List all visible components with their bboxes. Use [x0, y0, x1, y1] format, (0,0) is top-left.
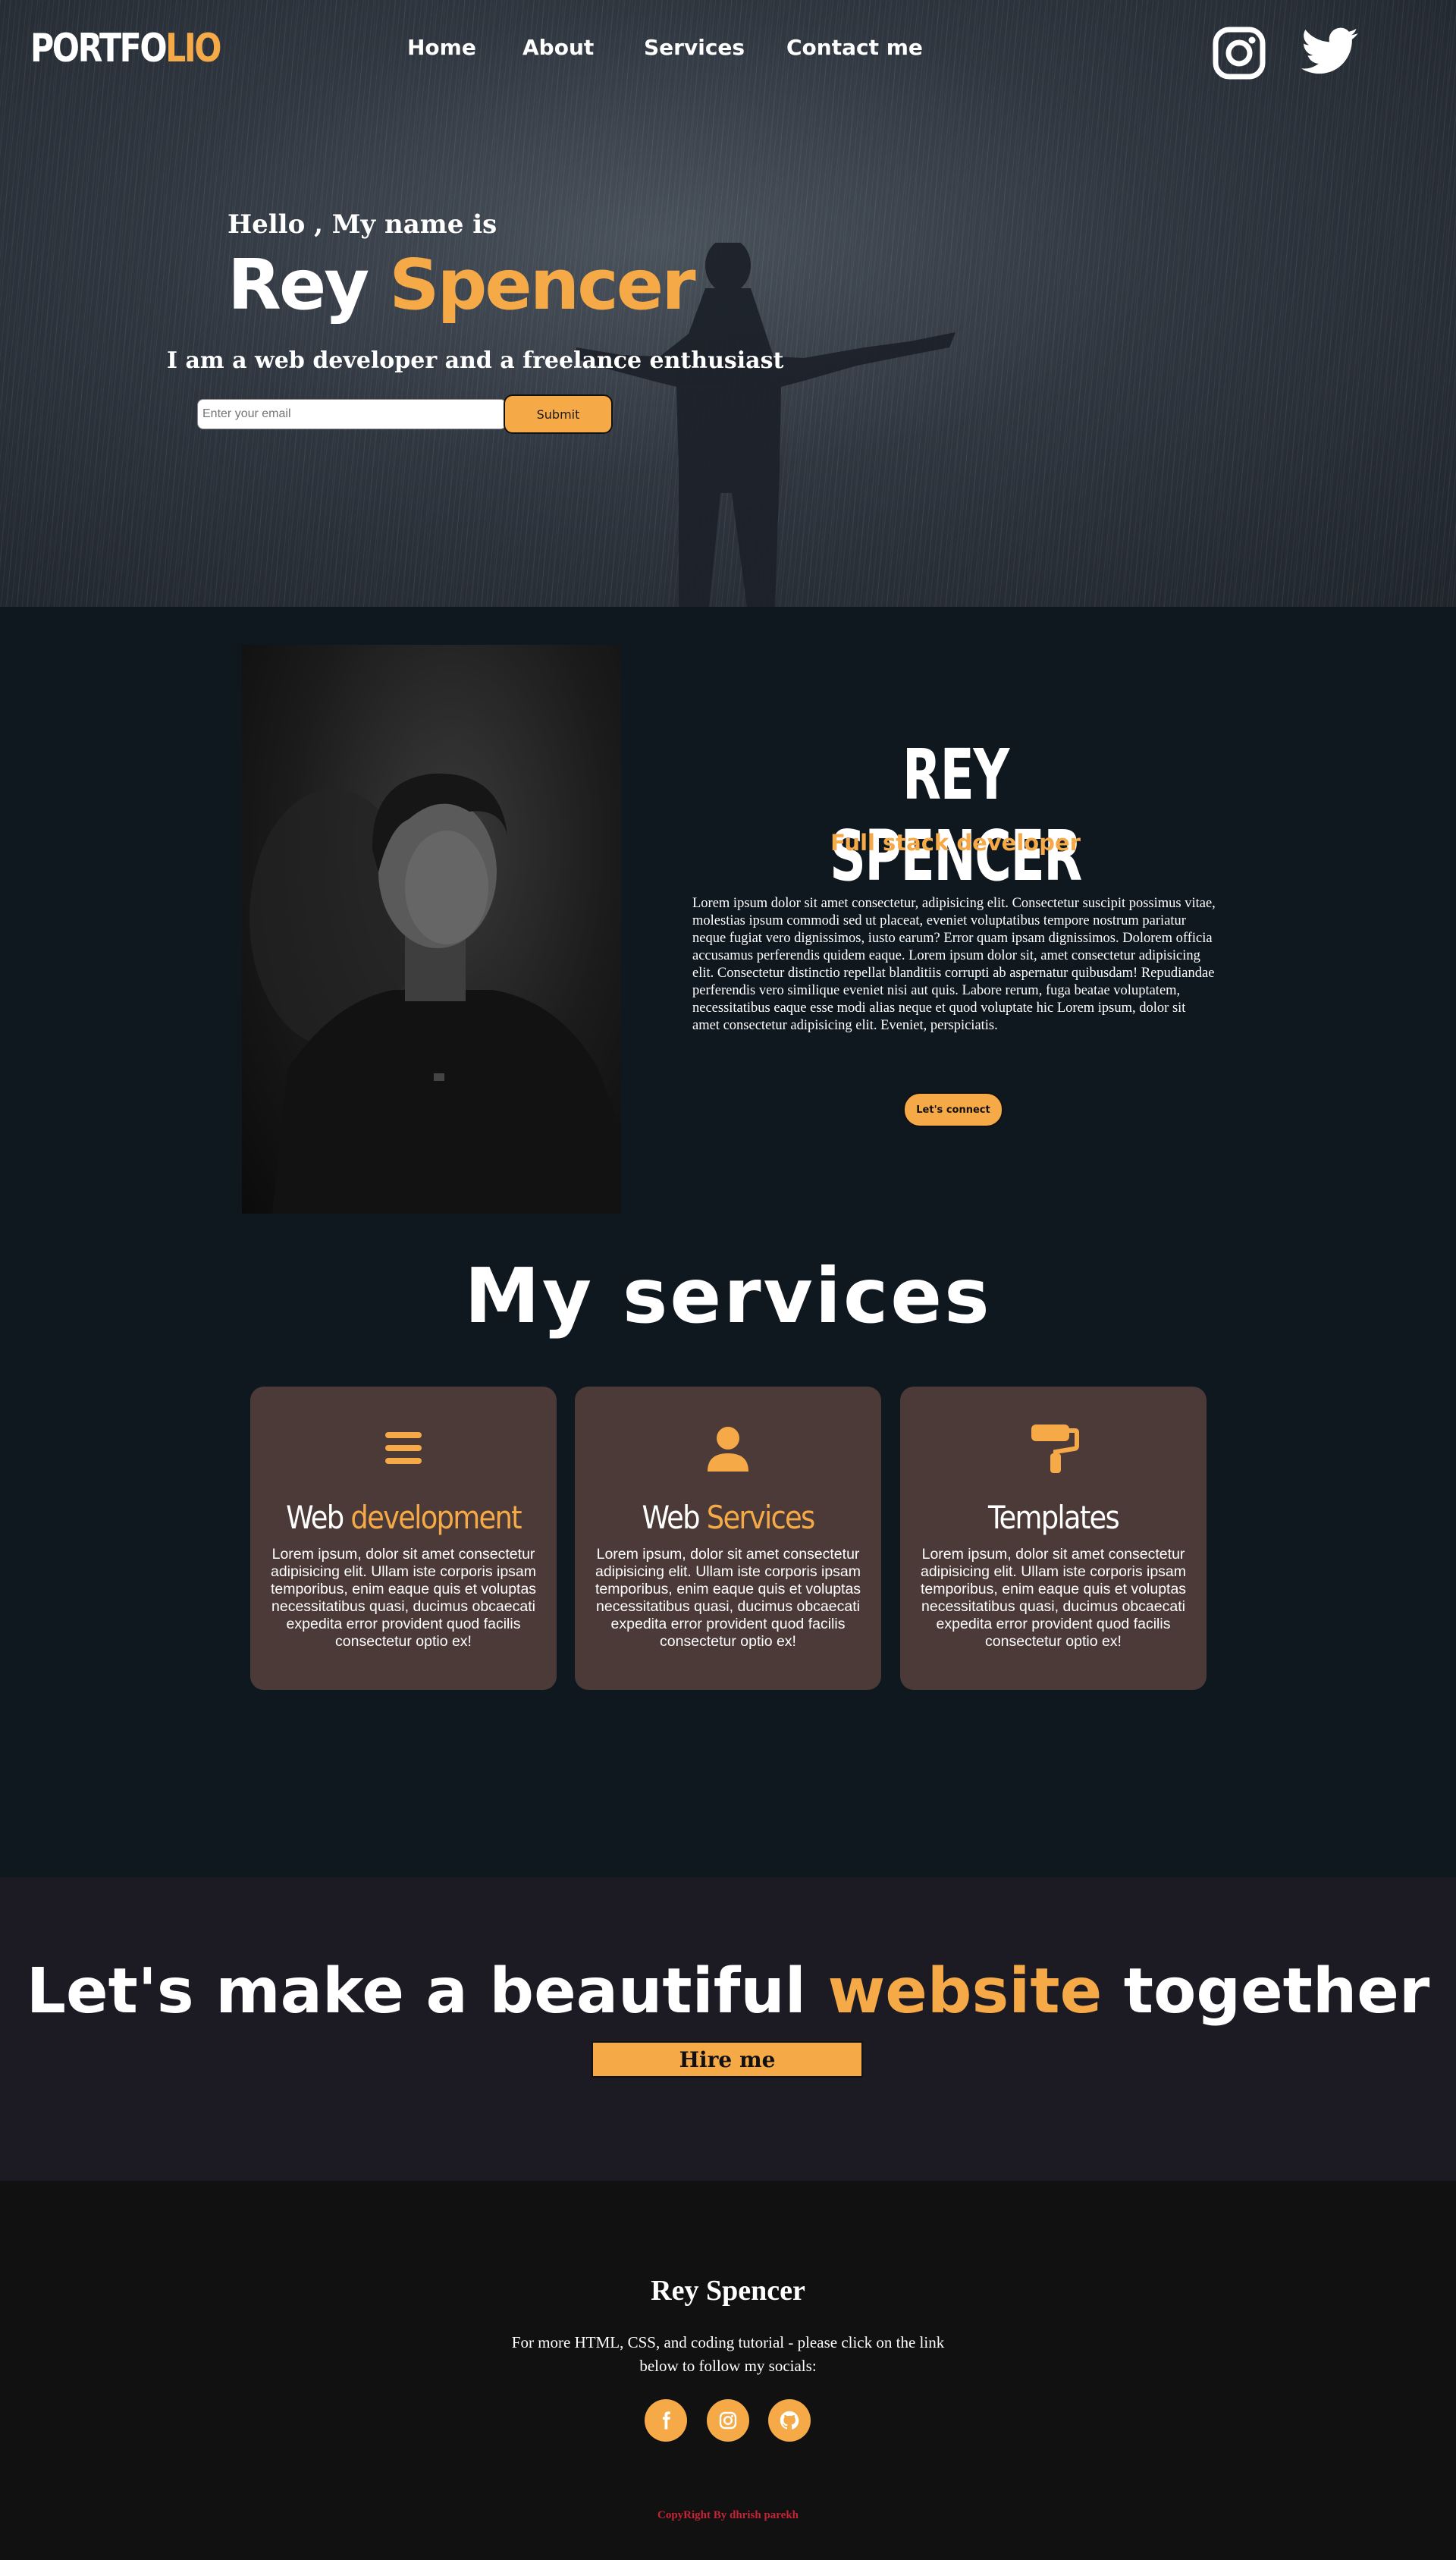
nav-home[interactable]: Home	[407, 35, 476, 60]
facebook-button[interactable]	[645, 2399, 687, 2442]
lets-connect-button[interactable]: Let's connect	[903, 1092, 1003, 1127]
hero-last-name: Spencer	[389, 244, 695, 325]
hire-me-button[interactable]: Hire me	[592, 2041, 863, 2078]
service-card-text: Lorem ipsum, dolor sit amet consectetur …	[920, 1546, 1187, 1650]
service-card-web-services: Web Services Lorem ipsum, dolor sit amet…	[575, 1387, 881, 1690]
nav-about[interactable]: About	[522, 35, 594, 60]
footer-text: For more HTML, CSS, and coding tutorial …	[511, 2333, 945, 2375]
portrait-image	[249, 773, 621, 1214]
about-role: Full stack developer	[830, 830, 1081, 856]
service-card-title: Templates	[987, 1499, 1120, 1536]
cta-title: Let's make a beautiful website together	[26, 1955, 1430, 2028]
service-card-title: Web Services	[642, 1499, 815, 1536]
hero-tagline: I am a web developer and a freelance ent…	[167, 347, 784, 374]
hero-first-name: Rey	[228, 244, 369, 325]
about-name: REY SPENCER	[830, 734, 1082, 897]
service-card-web-development: Web development Lorem ipsum, dolor sit a…	[250, 1387, 557, 1690]
github-icon	[780, 2411, 799, 2430]
service-card-text: Lorem ipsum, dolor sit amet consectetur …	[595, 1546, 861, 1650]
instagram-icon	[719, 2411, 737, 2430]
user-icon	[708, 1427, 748, 1472]
twitter-icon[interactable]	[1301, 27, 1359, 76]
facebook-icon	[662, 2411, 670, 2430]
nav-services[interactable]: Services	[644, 35, 745, 60]
hero-greeting: Hello , My name is	[228, 209, 497, 240]
instagram-icon[interactable]	[1212, 26, 1266, 80]
hero-name: Rey Spencer	[228, 244, 696, 325]
nav-contact[interactable]: Contact me	[786, 35, 923, 60]
logo-text-white: PORTFO	[30, 26, 168, 71]
submit-button[interactable]: Submit	[504, 394, 613, 434]
hero-section	[0, 0, 1456, 607]
footer-name: Rey Spencer	[651, 2275, 805, 2307]
about-description: Lorem ipsum dolor sit amet consectetur, …	[692, 896, 1216, 1033]
services-title: My services	[464, 1252, 992, 1340]
copyright-text: CopyRight By dhrish parekh	[657, 2509, 799, 2521]
site-logo[interactable]: PORTFOLIO	[30, 26, 221, 71]
logo-text-orange: LIO	[165, 26, 221, 71]
bars-icon	[385, 1432, 422, 1464]
profile-photo	[242, 645, 621, 1214]
email-input[interactable]	[197, 399, 507, 429]
cta-section	[0, 1877, 1456, 2181]
service-card-text: Lorem ipsum, dolor sit amet consectetur …	[270, 1546, 537, 1650]
service-card-title: Web development	[286, 1499, 522, 1536]
github-button[interactable]	[768, 2399, 811, 2442]
paint-roller-icon	[1031, 1424, 1079, 1473]
service-card-templates: Templates Lorem ipsum, dolor sit amet co…	[900, 1387, 1207, 1690]
instagram-button[interactable]	[707, 2399, 749, 2442]
